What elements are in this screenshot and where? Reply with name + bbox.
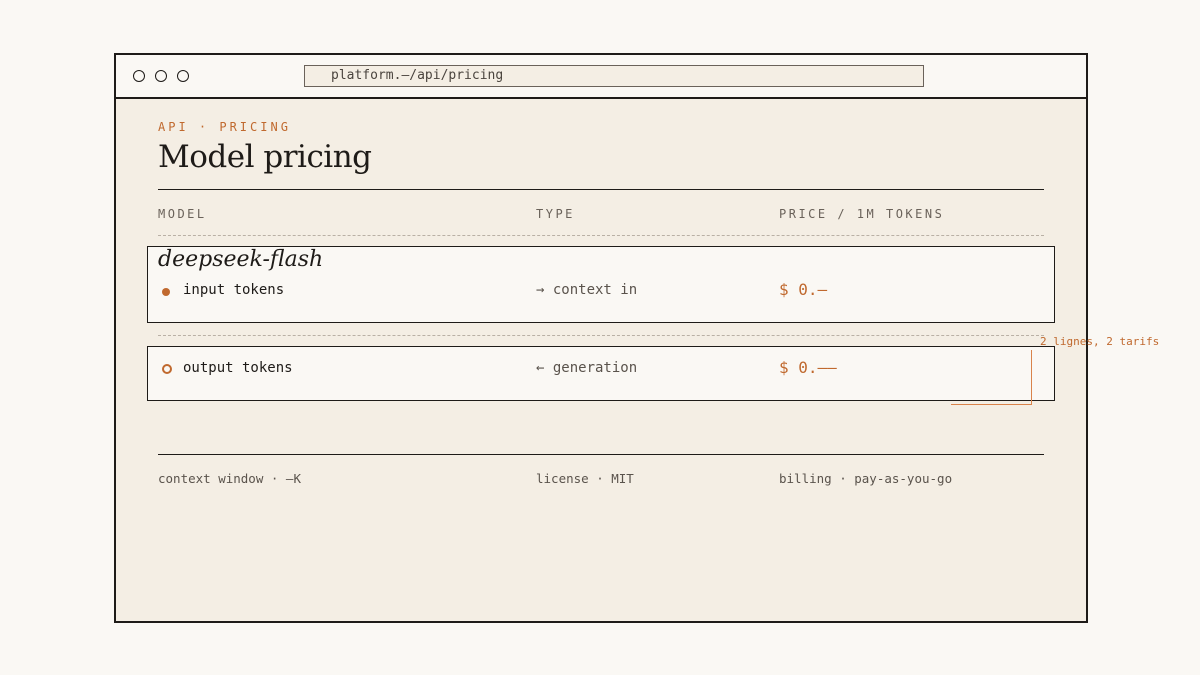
- footer-billing: billing · pay-as-you-go: [779, 471, 953, 486]
- footer-context-window: context window · –K: [158, 471, 301, 486]
- pricing-row-input[interactable]: deepseek-flash input tokens → context in…: [147, 246, 1055, 323]
- row-type: → context in: [536, 282, 638, 298]
- annotation-bracket-vertical: [1031, 350, 1032, 405]
- footer-license: license · MIT: [536, 471, 634, 486]
- page-content: API · PRICING Model pricing MODEL TYPE P…: [116, 99, 1086, 621]
- close-window-icon[interactable]: [133, 70, 145, 82]
- pricing-row-output[interactable]: output tokens ← generation $ 0.——: [147, 346, 1055, 401]
- column-header-model: MODEL: [158, 207, 207, 221]
- header-divider: [158, 189, 1044, 190]
- page-title: Model pricing: [158, 139, 372, 175]
- row-label: input tokens: [183, 282, 285, 298]
- maximize-window-icon[interactable]: [177, 70, 189, 82]
- filled-dot-icon: [162, 288, 170, 296]
- row-price: $ 0.–: [779, 280, 828, 299]
- table-header-divider: [158, 235, 1044, 236]
- hollow-dot-icon: [162, 364, 172, 374]
- title-bar: platform.–/api/pricing: [116, 55, 1086, 99]
- model-name: deepseek-flash: [158, 247, 324, 272]
- annotation-label: 2 lignes, 2 tarifs: [1040, 335, 1160, 348]
- column-header-type: TYPE: [536, 207, 575, 221]
- row-type: ← generation: [536, 360, 638, 376]
- row-label: output tokens: [183, 360, 293, 376]
- browser-window: platform.–/api/pricing API · PRICING Mod…: [114, 53, 1088, 623]
- page-eyebrow: API · PRICING: [158, 120, 291, 134]
- address-bar[interactable]: platform.–/api/pricing: [304, 65, 924, 87]
- footer-divider: [158, 454, 1044, 455]
- row-divider: [158, 335, 1044, 336]
- row-price: $ 0.——: [779, 358, 837, 377]
- annotation-bracket-horizontal: [951, 404, 1032, 405]
- column-header-price: PRICE / 1M TOKENS: [779, 207, 945, 221]
- minimize-window-icon[interactable]: [155, 70, 167, 82]
